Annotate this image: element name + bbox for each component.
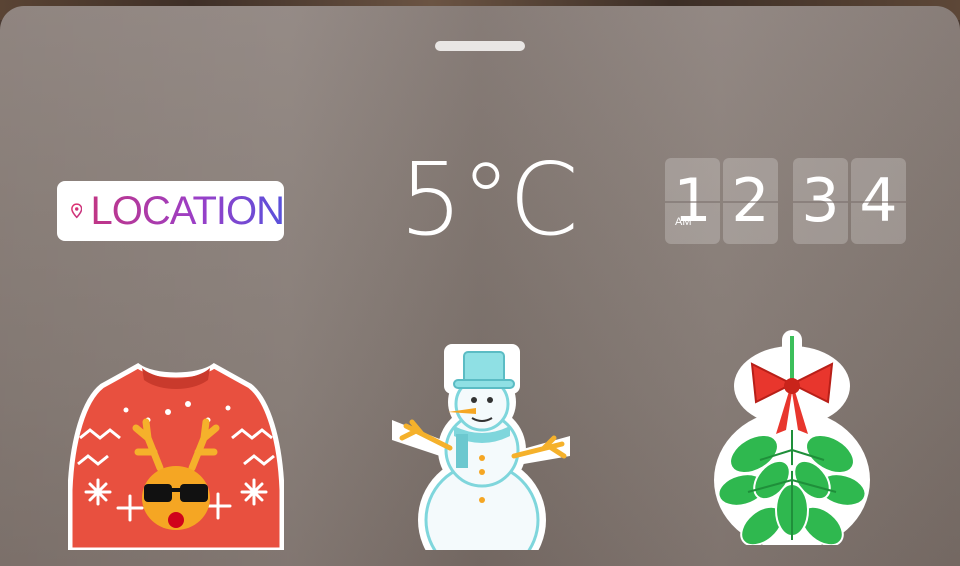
clock-digit-card: 4 <box>851 158 906 244</box>
clock-digit: 2 <box>731 166 770 236</box>
clock-digit-card: 3 <box>793 158 848 244</box>
temperature-sticker[interactable]: 5°C <box>398 140 578 260</box>
snowman-sticker[interactable] <box>392 340 572 550</box>
ugly-sweater-sticker[interactable] <box>68 360 284 550</box>
location-label: LOCATION <box>90 189 285 233</box>
clock-digit-card: 1 <box>665 158 720 244</box>
drag-handle[interactable] <box>435 41 525 51</box>
temperature-value: 5°C <box>399 141 578 258</box>
location-sticker[interactable]: LOCATION <box>57 181 285 241</box>
location-pin-icon <box>71 203 83 219</box>
clock-digit: 3 <box>801 166 840 236</box>
clock-digit-card: 2 <box>723 158 778 244</box>
mistletoe-sticker[interactable] <box>712 330 872 545</box>
clock-ampm: AM <box>675 216 692 228</box>
clock-digit: 4 <box>859 166 898 236</box>
time-sticker[interactable]: 1 AM 2 3 4 <box>665 158 906 244</box>
